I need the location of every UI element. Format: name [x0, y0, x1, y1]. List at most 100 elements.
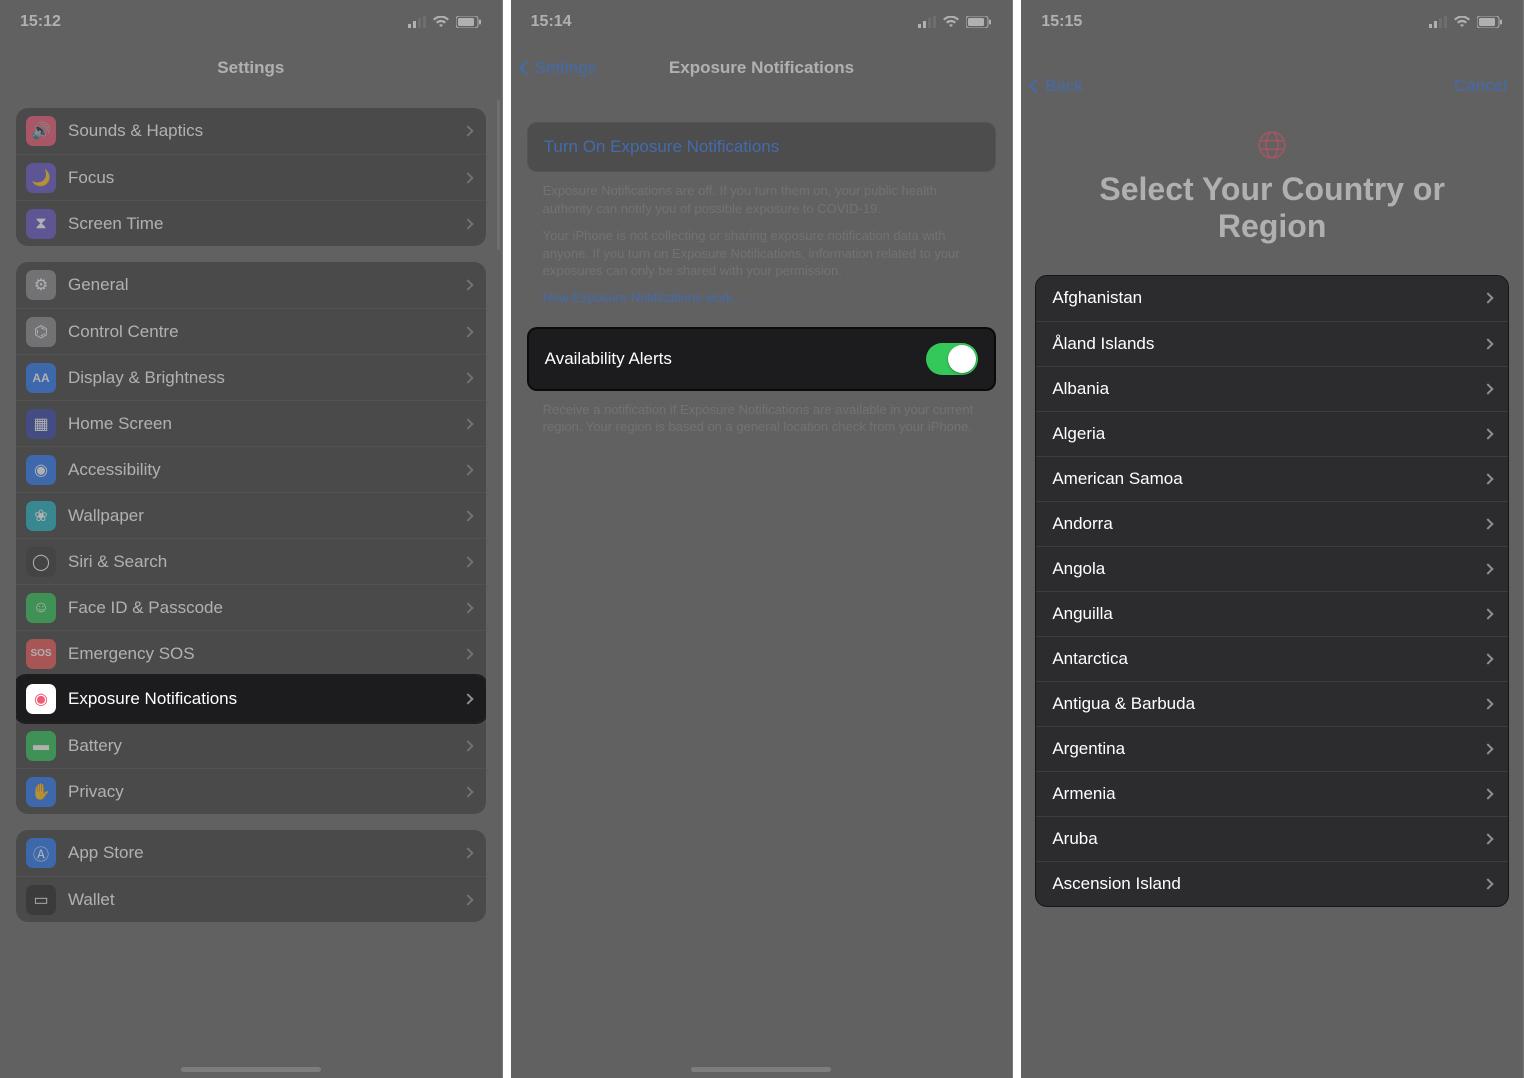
home-indicator: [691, 1067, 831, 1072]
country-row-albania[interactable]: Albania: [1036, 366, 1508, 411]
settings-group-general: ⚙︎General⌬Control CentreAADisplay & Brig…: [16, 262, 486, 814]
exposure-icon: ◉: [26, 684, 56, 714]
nav-bar: Settings: [0, 44, 502, 92]
wifi-icon: [1453, 16, 1471, 28]
settings-row-privacy[interactable]: ✋Privacy: [16, 768, 486, 814]
sheet-title: Select Your Country or Region: [1021, 165, 1523, 257]
row-label: Siri & Search: [68, 552, 452, 572]
country-row-american-samoa[interactable]: American Samoa: [1036, 456, 1508, 501]
chevron-left-icon: [1029, 79, 1043, 93]
display-icon: AA: [26, 363, 56, 393]
settings-row-face-id-passcode[interactable]: ☺︎ Face ID & Passcode: [16, 584, 486, 630]
country-row-andorra[interactable]: Andorra: [1036, 501, 1508, 546]
settings-row-accessibility[interactable]: ◉Accessibility: [16, 446, 486, 492]
settings-row-battery[interactable]: ▬Battery: [16, 722, 486, 768]
availability-alerts-switch[interactable]: [926, 343, 978, 375]
chevron-right-icon: [462, 418, 473, 429]
country-row-aruba[interactable]: Aruba: [1036, 816, 1508, 861]
country-row-angola[interactable]: Angola: [1036, 546, 1508, 591]
row-label: Screen Time: [68, 214, 452, 234]
settings-row-screen-time[interactable]: ⧗Screen Time: [16, 200, 486, 246]
availability-alerts-row[interactable]: Availability Alerts: [527, 327, 997, 391]
turn-on-label: Turn On Exposure Notifications: [544, 137, 780, 156]
settings-row-app-store[interactable]: ⒶApp Store: [16, 830, 486, 876]
country-row-afghanistan[interactable]: Afghanistan: [1036, 276, 1508, 321]
faceid-icon: ☺︎: [26, 593, 56, 623]
back-button[interactable]: Back: [1031, 76, 1083, 96]
chevron-right-icon: [1482, 473, 1493, 484]
chevron-right-icon: [462, 172, 473, 183]
country-row-armenia[interactable]: Armenia: [1036, 771, 1508, 816]
status-bar: 15:12: [0, 0, 502, 44]
sheet-nav: Back Cancel: [1021, 62, 1523, 110]
select-country-screen: 15:15 Back Cancel Select Your Country or…: [1021, 0, 1524, 1078]
status-time: 15:15: [1041, 13, 1082, 31]
country-label: Ascension Island: [1052, 874, 1181, 894]
cancel-button[interactable]: Cancel: [1454, 76, 1507, 96]
battery-icon: ▬: [26, 731, 56, 761]
help-text-1: Exposure Notifications are off. If you t…: [527, 172, 997, 217]
row-label: Face ID & Passcode: [68, 598, 452, 618]
country-row-antarctica[interactable]: Antarctica: [1036, 636, 1508, 681]
country-row-argentina[interactable]: Argentina: [1036, 726, 1508, 771]
country-label: Argentina: [1052, 739, 1125, 759]
country-label: Antarctica: [1052, 649, 1128, 669]
country-row-anguilla[interactable]: Anguilla: [1036, 591, 1508, 636]
chevron-left-icon: [519, 61, 533, 75]
status-bar: 15:15: [1021, 0, 1523, 44]
cancel-label: Cancel: [1454, 76, 1507, 95]
country-row-algeria[interactable]: Algeria: [1036, 411, 1508, 456]
chevron-right-icon: [462, 693, 473, 704]
settings-row-emergency-sos[interactable]: SOSEmergency SOS: [16, 630, 486, 676]
row-label: Accessibility: [68, 460, 452, 480]
country-row-antigua-barbuda[interactable]: Antigua & Barbuda: [1036, 681, 1508, 726]
settings-row-wallpaper[interactable]: ❀Wallpaper: [16, 492, 486, 538]
scroll-indicator: [497, 100, 500, 250]
country-row-ascension-island[interactable]: Ascension Island: [1036, 861, 1508, 906]
chevron-right-icon: [462, 847, 473, 858]
chevron-right-icon: [462, 648, 473, 659]
settings-row-focus[interactable]: 🌙Focus: [16, 154, 486, 200]
country-row--land-islands[interactable]: Åland Islands: [1036, 321, 1508, 366]
chevron-right-icon: [1482, 698, 1493, 709]
country-label: Andorra: [1052, 514, 1112, 534]
status-icons: [918, 16, 992, 28]
country-label: Åland Islands: [1052, 334, 1154, 354]
chevron-right-icon: [1482, 653, 1493, 664]
settings-row-display-brightness[interactable]: AADisplay & Brightness: [16, 354, 486, 400]
settings-row-general[interactable]: ⚙︎General: [16, 262, 486, 308]
settings-row-wallet[interactable]: ▭Wallet: [16, 876, 486, 922]
chevron-right-icon: [462, 786, 473, 797]
settings-row-sounds-haptics[interactable]: 🔊Sounds & Haptics: [16, 108, 486, 154]
row-label: Privacy: [68, 782, 452, 802]
control-icon: ⌬: [26, 317, 56, 347]
settings-group-store: ⒶApp Store▭Wallet: [16, 830, 486, 922]
focus-icon: 🌙: [26, 163, 56, 193]
settings-row-exposure-notifications[interactable]: ◉ Exposure Notifications: [16, 676, 486, 722]
general-icon: ⚙︎: [26, 270, 56, 300]
home-icon: ▦: [26, 409, 56, 439]
wifi-icon: [942, 16, 960, 28]
battery-icon: [456, 16, 482, 28]
chevron-right-icon: [462, 218, 473, 229]
chevron-right-icon: [1482, 788, 1493, 799]
row-label: Exposure Notifications: [68, 689, 452, 709]
chevron-right-icon: [1482, 608, 1493, 619]
settings-screen: 15:12 Settings 🔊Sounds & Haptics🌙Focus⧗S…: [0, 0, 503, 1078]
globe-hero: [1021, 130, 1523, 165]
back-button[interactable]: Settings: [521, 58, 596, 78]
sos-icon: SOS: [26, 639, 56, 669]
globe-icon: [1244, 130, 1300, 160]
country-label: Afghanistan: [1052, 288, 1142, 308]
settings-row-home-screen[interactable]: ▦Home Screen: [16, 400, 486, 446]
sounds-icon: 🔊: [26, 116, 56, 146]
settings-row-siri-search[interactable]: ◯Siri & Search: [16, 538, 486, 584]
chevron-right-icon: [462, 464, 473, 475]
chevron-right-icon: [462, 894, 473, 905]
chevron-right-icon: [462, 510, 473, 521]
how-it-works-link[interactable]: How Exposure Notifications work…: [527, 280, 997, 305]
settings-row-control-centre[interactable]: ⌬Control Centre: [16, 308, 486, 354]
row-label: App Store: [68, 843, 452, 863]
turn-on-exposure-button[interactable]: Turn On Exposure Notifications: [527, 122, 997, 172]
status-bar: 15:14: [511, 0, 1013, 44]
